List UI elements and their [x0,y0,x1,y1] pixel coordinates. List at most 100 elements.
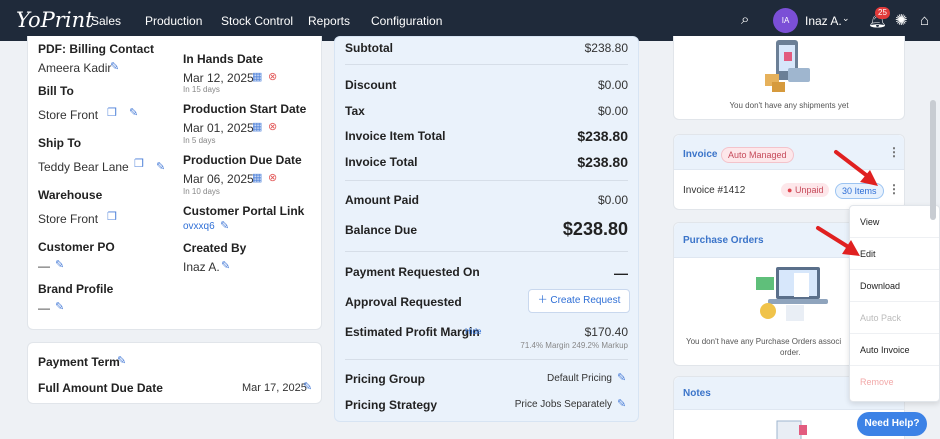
invoice-total-value: $238.80 [577,154,628,170]
brand-profile-value: — [38,301,50,315]
full-amount-due-date-value: Mar 17, 2025 [242,382,307,394]
clear-icon[interactable]: ⊗ [268,173,279,184]
divider [345,64,628,65]
nav-stock-control[interactable]: Stock Control [221,14,293,28]
nav-sales[interactable]: Sales [91,14,121,28]
balance-due-value: $238.80 [562,219,628,239]
created-by-value: Inaz A. [183,260,220,274]
edit-icon[interactable]: ✎ [117,356,128,367]
edit-icon[interactable]: ✎ [221,261,232,272]
search-icon[interactable]: ⌕ [741,12,749,27]
edit-icon[interactable]: ✎ [617,399,628,410]
in-hands-date-relative: In 15 days [183,85,220,94]
unpaid-status-text: Unpaid [794,185,824,195]
subtotal-label: Subtotal [345,41,393,55]
notes-illustration [776,420,807,439]
menu-item-download[interactable]: Download [850,270,939,302]
invoice-summary-card: Subtotal $238.80 Discount $0.00 Tax $0.00 I… [334,36,639,422]
copy-icon[interactable]: ❐ [107,212,118,223]
subtotal-value: $238.80 [584,41,628,55]
purchase-orders-title: Purchase Orders [683,235,764,246]
unpaid-status-badge: ● Unpaid [781,183,830,197]
top-navigation-bar: YoPrint Sales Production Stock Control R… [0,0,940,41]
brand-profile-label: Brand Profile [38,282,114,296]
profit-margin-detail: 71.4% Margin 249.2% Markup [520,341,628,350]
plus-icon: ＋ [537,295,551,306]
annotation-arrow [816,226,860,256]
invoice-number[interactable]: Invoice #1412 [683,185,745,196]
customer-portal-link[interactable]: ovxxq6 [183,221,215,232]
menu-item-remove: Remove [860,377,894,387]
customer-portal-link-label: Customer Portal Link [183,204,305,218]
divider [345,180,628,181]
menu-item-auto-invoice[interactable]: Auto Invoice [850,334,939,366]
edit-icon[interactable]: ✎ [303,382,314,393]
user-name[interactable]: Inaz A. [805,14,842,28]
invoice-total-label: Invoice Total [345,155,418,169]
customer-po-value: — [38,259,50,273]
divider [345,251,628,252]
nav-reports[interactable]: Reports [308,14,350,28]
need-help-button[interactable]: Need Help? [857,412,927,436]
annotation-arrow [834,150,878,186]
copy-icon[interactable]: ❐ [134,159,145,170]
estimated-profit-margin-label: Estimated Profit Margin [345,325,480,339]
nav-production[interactable]: Production [145,14,202,28]
pdf-billing-contact-label: PDF: Billing Contact [38,42,154,56]
nav-configuration[interactable]: Configuration [371,14,442,28]
clear-icon[interactable]: ⊗ [268,122,279,133]
warehouse-value: Store Front [38,212,99,226]
status-dot-icon: ● [787,185,795,195]
menu-item-auto-pack: Auto Pack [850,302,939,334]
create-request-label: Create Request [550,295,621,306]
ship-to-label: Ship To [38,136,82,150]
bill-to-value: Store Front [38,108,99,122]
chevron-down-icon[interactable]: ⌄ [842,14,850,23]
edit-icon[interactable]: ✎ [220,221,231,232]
scrollbar[interactable] [930,100,936,220]
invoice-row-menu-icon[interactable]: ⋮ [888,183,900,195]
amount-paid-label: Amount Paid [345,193,419,207]
edit-icon[interactable]: ✎ [55,260,66,271]
avatar[interactable]: IA [773,8,798,33]
calendar-icon[interactable]: ▦ [252,173,263,184]
full-amount-due-date-label: Full Amount Due Date [38,381,163,395]
payment-term-card: Payment Term ✎ Full Amount Due Date Mar … [27,342,322,404]
amount-paid-value: $0.00 [597,193,628,207]
edit-icon[interactable]: ✎ [55,302,66,313]
payment-requested-on-value: — [614,265,628,281]
payment-requested-on-label: Payment Requested On [345,265,480,279]
invoice-item-total-label: Invoice Item Total [345,129,446,143]
calendar-icon[interactable]: ▦ [252,122,263,133]
edit-icon[interactable]: ✎ [110,62,121,73]
clear-icon[interactable]: ⊗ [268,72,279,83]
create-request-button[interactable]: ＋ Create Request [528,289,630,313]
edit-icon[interactable]: ✎ [617,373,628,384]
pricing-group-value: Default Pricing [546,373,612,384]
tax-value: $0.00 [597,104,628,118]
copy-icon[interactable]: ❐ [107,108,118,119]
pricing-strategy-label: Pricing Strategy [345,398,438,412]
shipments-empty-text: You don't have any shipments yet [729,101,849,110]
app-logo[interactable]: YoPrint [16,8,94,32]
tax-label: Tax [345,104,365,118]
edit-icon[interactable]: ✎ [156,162,167,173]
edit-icon[interactable]: ✎ [129,108,140,119]
hide-profit-margin-link[interactable]: Hide [465,327,481,336]
shipments-card: You don't have any shipments yet [673,36,905,120]
notification-badge: 25 [875,7,890,19]
order-details-card: PDF: Billing Contact Ameera Kadir ✎ Bill… [27,36,322,330]
home-icon[interactable]: ⌂ [920,13,929,28]
production-start-date-relative: In 5 days [183,136,216,145]
warehouse-label: Warehouse [38,188,103,202]
auto-managed-badge: Auto Managed [721,147,794,163]
invoice-title: Invoice [683,149,718,160]
balance-due-label: Balance Due [345,223,418,237]
invoice-card-menu-icon[interactable]: ⋮ [888,146,900,158]
created-by-label: Created By [183,241,247,255]
calendar-icon[interactable]: ▦ [252,72,263,83]
production-due-date-value: Mar 06, 2025 [183,172,254,186]
estimated-profit-margin-value: $170.40 [584,325,628,339]
aperture-icon[interactable]: ✺ [895,13,908,28]
production-due-date-label: Production Due Date [183,153,302,167]
